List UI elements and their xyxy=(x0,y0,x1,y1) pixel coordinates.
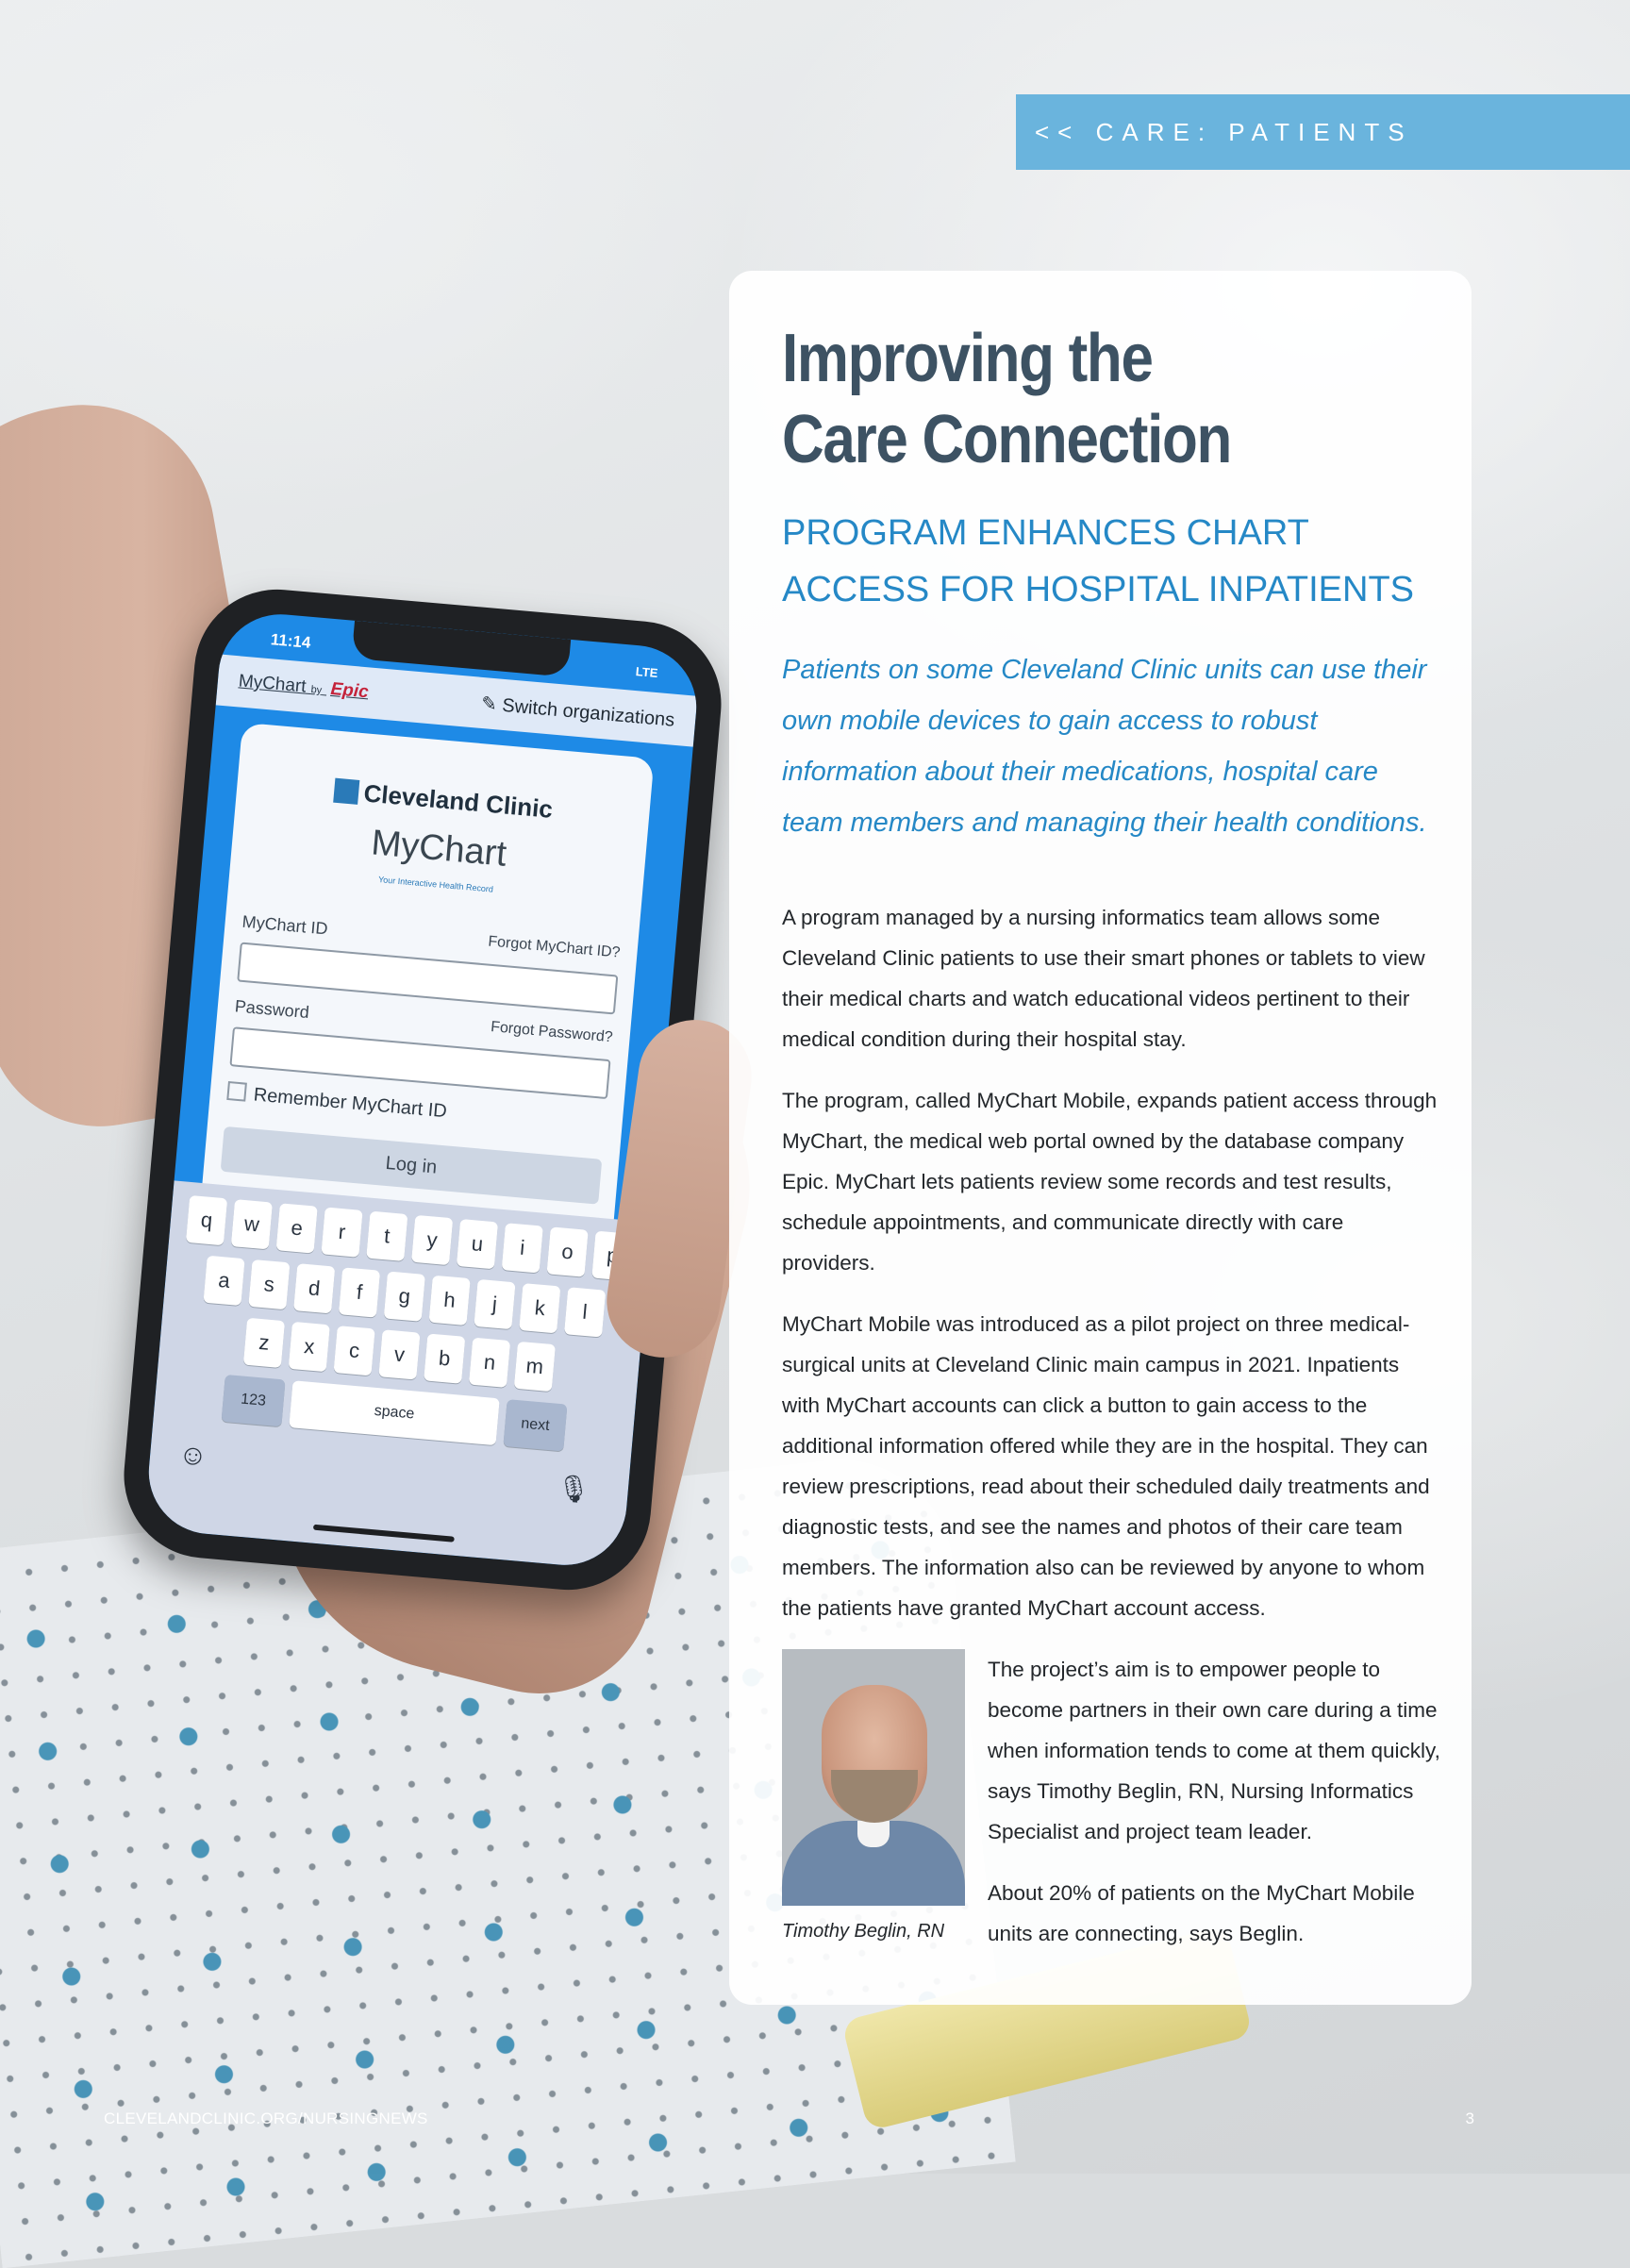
key-q[interactable]: q xyxy=(185,1194,228,1246)
forgot-password-link[interactable]: Forgot Password? xyxy=(490,1019,613,1046)
article-title: Improving the Care Connection xyxy=(782,318,1350,480)
page-number: 3 xyxy=(1465,2110,1474,2127)
key-h[interactable]: h xyxy=(428,1275,471,1326)
remember-id-checkbox[interactable]: Remember MyChart ID xyxy=(226,1081,448,1123)
phone-screen: 11:14 LTE MyChart by Epic ✎ Switch organ… xyxy=(143,609,702,1571)
key-s[interactable]: s xyxy=(248,1259,291,1310)
epic-logo: Epic xyxy=(329,678,370,703)
switch-organizations-link[interactable]: ✎ Switch organizations xyxy=(480,691,675,731)
article-body: A program managed by a nursing informati… xyxy=(782,897,1442,1975)
status-network: LTE xyxy=(635,664,659,681)
password-label: Password xyxy=(234,996,310,1023)
key-l[interactable]: l xyxy=(563,1287,607,1338)
key-next[interactable]: next xyxy=(503,1399,568,1452)
mychart-id-label: MyChart ID xyxy=(241,911,329,939)
org-name: Cleveland Clinic xyxy=(362,778,555,824)
key-v[interactable]: v xyxy=(378,1329,421,1380)
headshot-column: Timothy Beglin, RN xyxy=(782,1649,965,1975)
body-paragraph: A program managed by a nursing informati… xyxy=(782,906,1425,1051)
mychart-brand-by: by xyxy=(310,684,323,697)
body-paragraph: The project’s aim is to empower people t… xyxy=(988,1658,1440,1843)
emoji-icon[interactable]: ☺ xyxy=(177,1439,208,1474)
key-g[interactable]: g xyxy=(383,1271,425,1322)
on-screen-keyboard: qwertyuiop asdfghjkl zxcvbnm 123 space n… xyxy=(143,1180,652,1571)
forgot-id-link[interactable]: Forgot MyChart ID? xyxy=(488,933,621,961)
key-t[interactable]: t xyxy=(366,1210,408,1261)
article-panel: Improving the Care Connection PROGRAM EN… xyxy=(729,271,1472,2005)
subtitle-line-2: ACCESS FOR HOSPITAL INPATIENTS xyxy=(782,570,1415,609)
key-y[interactable]: y xyxy=(411,1214,454,1266)
pencil-icon: ✎ xyxy=(480,692,498,715)
key-space[interactable]: space xyxy=(289,1380,500,1446)
bio-section: Timothy Beglin, RN The project’s aim is … xyxy=(782,1649,1442,1975)
body-paragraph: The program, called MyChart Mobile, expa… xyxy=(782,1089,1438,1275)
key-o[interactable]: o xyxy=(546,1226,589,1277)
checkbox-icon xyxy=(226,1081,247,1102)
section-tag[interactable]: << CARE: PATIENTS xyxy=(1016,94,1630,170)
article-deck: Patients on some Cleveland Clinic units … xyxy=(782,655,1427,838)
remember-label: Remember MyChart ID xyxy=(252,1084,448,1123)
subtitle-line-1: PROGRAM ENHANCES CHART xyxy=(782,513,1309,553)
key-w[interactable]: w xyxy=(230,1199,273,1250)
key-b[interactable]: b xyxy=(424,1333,466,1384)
key-i[interactable]: i xyxy=(501,1223,543,1274)
title-line-2: Care Connection xyxy=(782,402,1232,477)
headshot-photo xyxy=(782,1649,965,1906)
key-x[interactable]: x xyxy=(288,1321,330,1373)
footer-url[interactable]: CLEVELANDCLINIC.ORG/NURSINGNEWS xyxy=(104,2110,428,2128)
key-a[interactable]: a xyxy=(203,1255,245,1307)
key-r[interactable]: r xyxy=(321,1207,363,1258)
key-123[interactable]: 123 xyxy=(221,1374,286,1427)
switch-organizations-label: Switch organizations xyxy=(501,694,676,731)
article-subtitle: PROGRAM ENHANCES CHART ACCESS FOR HOSPIT… xyxy=(782,505,1442,618)
key-d[interactable]: d xyxy=(293,1263,336,1314)
key-f[interactable]: f xyxy=(338,1267,381,1318)
home-indicator[interactable] xyxy=(312,1524,455,1543)
title-line-1: Improving the xyxy=(782,321,1154,396)
key-c[interactable]: c xyxy=(333,1326,375,1376)
key-u[interactable]: u xyxy=(456,1219,499,1270)
cleveland-clinic-mark-icon xyxy=(332,777,359,805)
article-content: Improving the Care Connection PROGRAM EN… xyxy=(782,318,1442,1975)
bio-text: The project’s aim is to empower people t… xyxy=(988,1649,1442,1975)
mychart-brand: MyChart by Epic xyxy=(238,671,370,703)
key-z[interactable]: z xyxy=(242,1317,286,1369)
key-n[interactable]: n xyxy=(468,1337,511,1388)
key-k[interactable]: k xyxy=(519,1283,561,1334)
key-m[interactable]: m xyxy=(513,1341,556,1392)
microphone-icon[interactable]: 🎙 xyxy=(556,1472,591,1506)
key-j[interactable]: j xyxy=(474,1278,516,1330)
mychart-brand-name: MyChart xyxy=(238,671,308,697)
key-e[interactable]: e xyxy=(275,1203,318,1254)
headshot-beard xyxy=(831,1770,918,1823)
body-paragraph: About 20% of patients on the MyChart Mob… xyxy=(988,1881,1415,1945)
status-time: 11:14 xyxy=(270,630,312,652)
body-paragraph: MyChart Mobile was introduced as a pilot… xyxy=(782,1312,1430,1620)
photo-caption: Timothy Beglin, RN xyxy=(782,1921,945,1942)
headshot-collar xyxy=(857,1821,890,1847)
